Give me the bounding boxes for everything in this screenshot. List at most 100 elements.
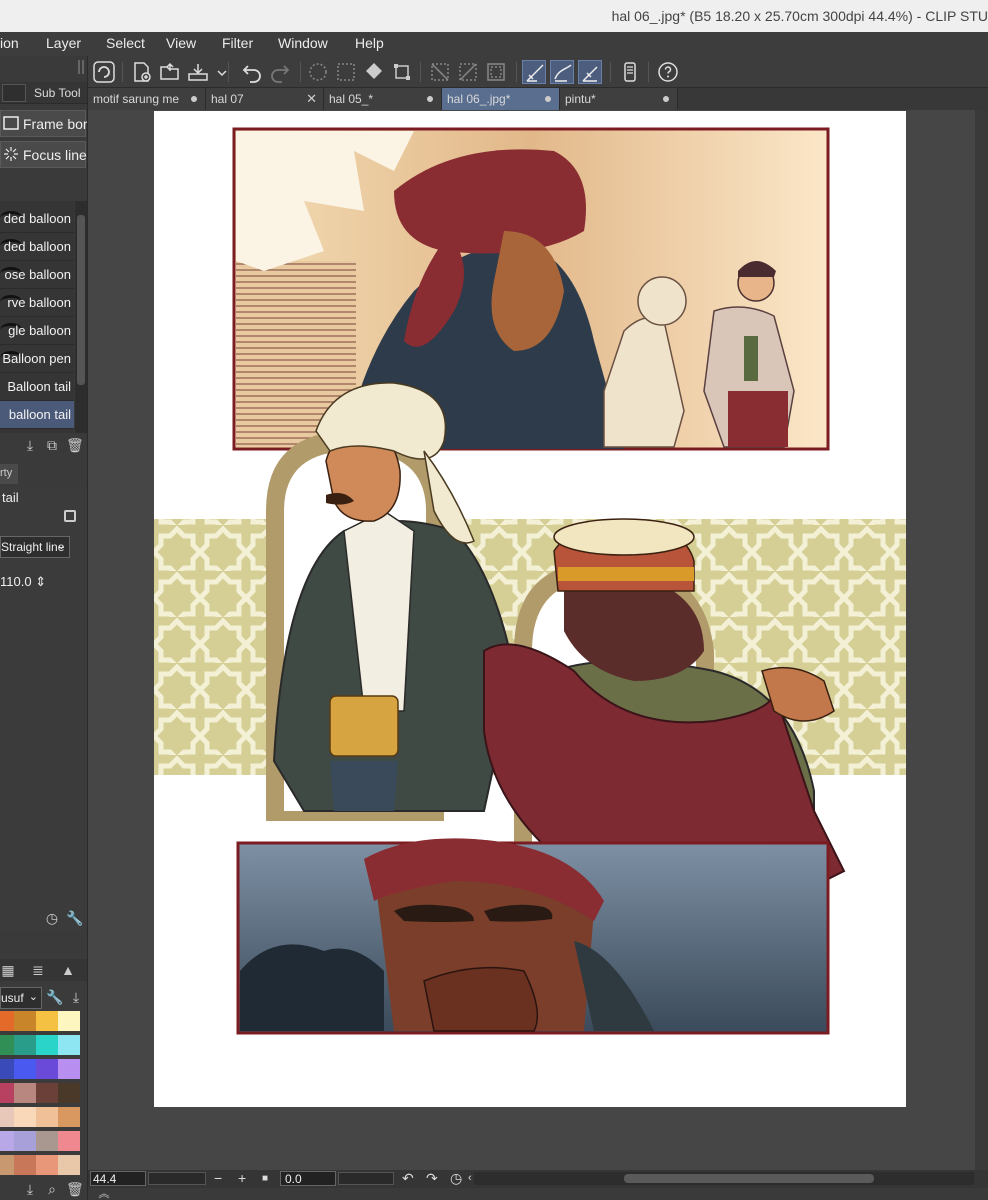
- scrollbar-thumb[interactable]: [77, 215, 85, 385]
- snap-to-special-ruler-icon[interactable]: [550, 60, 574, 84]
- new-file-icon[interactable]: [130, 60, 154, 84]
- color-swatch[interactable]: [0, 1155, 14, 1175]
- color-swatch[interactable]: [58, 1011, 80, 1031]
- wrench-icon[interactable]: 🔧: [66, 910, 83, 926]
- color-swatch[interactable]: [58, 1131, 80, 1151]
- focus-line-button[interactable]: Focus line: [0, 141, 87, 168]
- color-set-select[interactable]: usuf ⌄: [0, 987, 42, 1009]
- tool-property-tab[interactable]: rty: [0, 464, 18, 484]
- color-swatch[interactable]: [58, 1155, 80, 1175]
- menu-select[interactable]: Select: [106, 35, 145, 51]
- canvas-vertical-scrollbar[interactable]: [975, 110, 988, 1170]
- color-swatch[interactable]: [14, 1131, 36, 1151]
- fit-icon[interactable]: ■: [262, 1173, 268, 1184]
- sub-tool-item-selected[interactable]: balloon tail: [0, 401, 74, 429]
- sub-tool-item[interactable]: Balloon pen: [0, 345, 74, 373]
- color-swatch[interactable]: [36, 1131, 58, 1151]
- open-folder-icon[interactable]: [158, 60, 182, 84]
- import-icon[interactable]: ⤓: [22, 437, 38, 453]
- clip-studio-icon[interactable]: [92, 60, 116, 84]
- smartphone-icon[interactable]: [618, 60, 642, 84]
- triangle-tab-icon[interactable]: ▲: [60, 962, 76, 978]
- deselect-icon[interactable]: [428, 60, 452, 84]
- menu-layer[interactable]: Layer: [46, 35, 81, 51]
- frame-border-button[interactable]: Frame bor: [0, 110, 87, 137]
- eyedropper-icon[interactable]: ⌕: [44, 1181, 60, 1197]
- chevron-left-icon[interactable]: ‹: [468, 1172, 472, 1184]
- tab-pintu[interactable]: pintu*: [560, 88, 678, 110]
- transform-icon[interactable]: [390, 60, 414, 84]
- tab-motif-sarung[interactable]: motif sarung me: [88, 88, 206, 110]
- canvas-horizontal-scrollbar[interactable]: [474, 1172, 974, 1185]
- color-swatch[interactable]: [58, 1083, 80, 1103]
- redo-icon[interactable]: [268, 60, 292, 84]
- manga-page[interactable]: [154, 111, 906, 1107]
- chevron-down-icon[interactable]: [210, 60, 227, 84]
- menu-filter[interactable]: Filter: [222, 35, 253, 51]
- wrench-icon[interactable]: 🔧: [46, 989, 63, 1005]
- menu-view[interactable]: View: [166, 35, 196, 51]
- tab-hal-06[interactable]: hal 06_.jpg*: [442, 88, 560, 110]
- color-swatch[interactable]: [58, 1035, 80, 1055]
- sub-tool-item[interactable]: gle balloon: [0, 317, 74, 345]
- color-swatch[interactable]: [36, 1011, 58, 1031]
- help-icon[interactable]: [656, 60, 680, 84]
- sub-tool-item[interactable]: rve balloon: [0, 289, 74, 317]
- tab-hal-05[interactable]: hal 05_*: [324, 88, 442, 110]
- clear-outside-icon[interactable]: [334, 60, 358, 84]
- color-swatch[interactable]: [0, 1131, 14, 1151]
- menu-animation[interactable]: ion: [0, 35, 19, 51]
- color-swatch[interactable]: [14, 1155, 36, 1175]
- sub-tool-item[interactable]: ose balloon: [0, 261, 74, 289]
- color-swatch[interactable]: [0, 1011, 14, 1031]
- close-icon[interactable]: ✕: [306, 91, 317, 107]
- tool-tab-icon[interactable]: [2, 84, 26, 102]
- scrollbar-thumb[interactable]: [624, 1174, 874, 1183]
- menu-window[interactable]: Window: [278, 35, 328, 51]
- color-swatch[interactable]: [0, 1059, 14, 1079]
- trash-icon[interactable]: 🗑: [66, 437, 84, 453]
- color-set-tab-icon[interactable]: ▦: [0, 962, 16, 978]
- menu-help[interactable]: Help: [355, 35, 384, 51]
- show-selection-icon[interactable]: [484, 60, 508, 84]
- line-type-select[interactable]: Straight line ⌄: [0, 536, 70, 558]
- snap-to-grid-icon[interactable]: [578, 60, 602, 84]
- color-swatch[interactable]: [0, 1107, 14, 1127]
- rotate-left-icon[interactable]: ↶: [402, 1170, 414, 1187]
- color-swatch[interactable]: [36, 1035, 58, 1055]
- color-swatch[interactable]: [36, 1059, 58, 1079]
- sub-tool-tab[interactable]: Sub Tool: [0, 82, 87, 104]
- duplicate-icon[interactable]: ⧉: [44, 437, 60, 453]
- color-swatch[interactable]: [58, 1059, 80, 1079]
- zoom-out-icon[interactable]: −: [214, 1170, 222, 1186]
- rotate-right-icon[interactable]: ↷: [426, 1170, 438, 1187]
- color-swatch[interactable]: [0, 1083, 14, 1103]
- rotation-slider[interactable]: [338, 1172, 394, 1185]
- sub-tool-item[interactable]: ded balloon: [0, 233, 74, 261]
- rotation-field[interactable]: 0.0: [280, 1171, 336, 1186]
- sub-tool-item[interactable]: Balloon tail: [0, 373, 74, 401]
- chevron-up-icon[interactable]: ︽: [96, 1186, 112, 1200]
- panel-grip[interactable]: [78, 60, 84, 74]
- tab-hal-07[interactable]: hal 07 ✕: [206, 88, 324, 110]
- import-icon[interactable]: ⤓: [68, 989, 84, 1005]
- color-swatch[interactable]: [36, 1107, 58, 1127]
- sub-tool-scrollbar[interactable]: [75, 201, 87, 433]
- value-field[interactable]: 110.0 ⇕: [0, 574, 46, 590]
- undo-icon[interactable]: [240, 60, 264, 84]
- invert-selection-icon[interactable]: [456, 60, 480, 84]
- sub-tool-item[interactable]: ded balloon: [0, 205, 74, 233]
- add-color-icon[interactable]: ⤓: [22, 1181, 38, 1197]
- color-swatch[interactable]: [14, 1107, 36, 1127]
- color-swatch[interactable]: [14, 1083, 36, 1103]
- reset-rotation-icon[interactable]: ◷: [450, 1170, 462, 1187]
- fill-icon[interactable]: [362, 60, 386, 84]
- color-swatch[interactable]: [14, 1035, 36, 1055]
- color-swatch[interactable]: [14, 1059, 36, 1079]
- zoom-slider[interactable]: [148, 1172, 206, 1185]
- color-swatch[interactable]: [58, 1107, 80, 1127]
- zoom-field[interactable]: 44.4: [90, 1171, 146, 1186]
- color-swatch[interactable]: [0, 1035, 14, 1055]
- zoom-in-icon[interactable]: +: [238, 1170, 246, 1186]
- spinner-icon[interactable]: ⇕: [32, 574, 46, 589]
